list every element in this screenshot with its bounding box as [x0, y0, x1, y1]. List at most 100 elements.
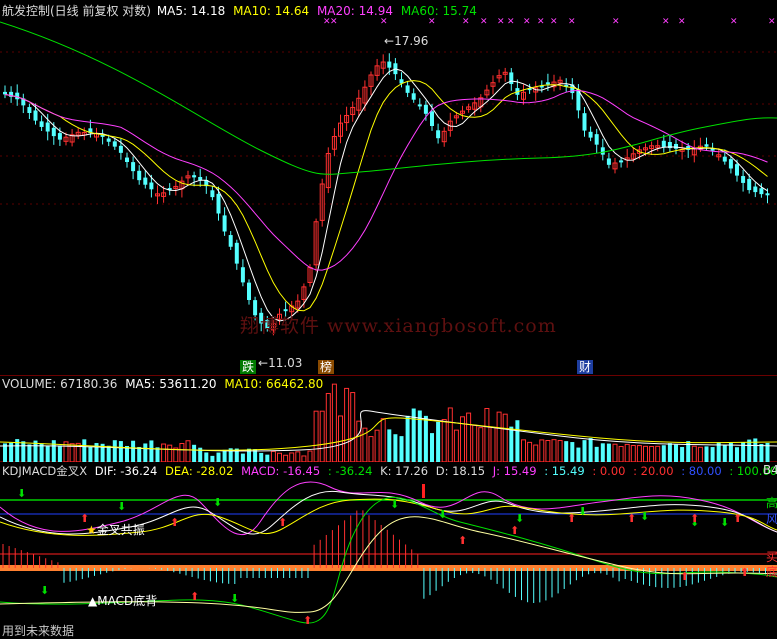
signal-cross-icon: ✕ — [662, 17, 670, 27]
volume-bar — [545, 439, 551, 462]
volume-bar — [576, 447, 581, 462]
volume-bar — [222, 449, 227, 462]
stock-title: 航发控制(日线 前复权 对数) — [2, 4, 151, 18]
volume-bar — [149, 440, 154, 462]
candle-body — [106, 138, 111, 142]
down-arrow-icon: ⬇ — [17, 487, 26, 500]
volume-bar — [374, 429, 380, 462]
volume-bar — [588, 438, 593, 462]
volume-ma5-value: MA5: 53611.20 — [125, 377, 217, 391]
indicator-value-4: : 20.00 — [633, 464, 674, 478]
volume-bar — [441, 419, 447, 462]
candle-body — [728, 159, 733, 169]
volume-bar — [624, 443, 630, 462]
volume-bar — [564, 441, 569, 462]
candle-body — [430, 111, 434, 126]
golden-cross-annotation: ★金叉共振 — [86, 523, 145, 537]
volume-bar — [551, 439, 557, 462]
down-arrow-icon: ⬇ — [578, 505, 587, 518]
volume-bar — [338, 415, 343, 462]
down-arrow-icon: ⬇ — [390, 498, 399, 511]
volume-bar — [521, 439, 526, 462]
candle-body — [661, 140, 666, 147]
candle-body — [210, 190, 215, 198]
up-arrow-icon: ⬆ — [303, 614, 312, 627]
volume-bar — [423, 415, 428, 462]
candle-body — [33, 110, 38, 121]
volume-bar — [240, 453, 245, 462]
volume-bar — [51, 440, 56, 462]
volume-bar — [667, 443, 672, 462]
volume-bar — [630, 444, 636, 462]
volume-bar — [216, 452, 221, 462]
volume-bar — [88, 446, 93, 462]
candle-body — [747, 178, 752, 191]
volume-bar — [466, 412, 472, 462]
volume-bar — [502, 413, 508, 462]
volume-bar — [704, 446, 709, 462]
up-arrow-icon: ⬆ — [170, 516, 179, 529]
volume-bar — [380, 418, 386, 462]
volume-bar — [697, 446, 703, 462]
event-marker-fall[interactable]: 跌 — [240, 360, 257, 374]
candle-body — [216, 193, 221, 214]
dea-value: DEA: -28.02 — [165, 464, 234, 478]
macd-value: MACD: -16.45 — [241, 464, 321, 478]
up-arrow-icon: ⬆ — [278, 516, 287, 529]
volume-bar — [643, 445, 648, 462]
low-price-label: ←11.03 — [258, 356, 303, 370]
volume-bar — [307, 450, 313, 462]
candle-body — [405, 85, 410, 93]
ma60-value: MA60: 15.74 — [400, 4, 477, 18]
candle-body — [131, 162, 136, 172]
event-marker-list[interactable]: 榜 — [318, 360, 335, 374]
future-data-note[interactable]: 用到未来数据 — [2, 622, 74, 639]
volume-bar — [691, 445, 697, 462]
candle-body — [411, 93, 416, 100]
volume-bar — [399, 436, 404, 462]
indicator-chart[interactable]: ⬇⬇ ⬇ ⬇⬇ ⬇⬇ ⬇ ⬇ ⬇⬇⬇⬆ ⬆ ⬆⬆⬆⬆ ⬆ ⬆ ⬆⬆⬆⬆ ⬆ — [0, 462, 777, 639]
volume-bar — [527, 441, 533, 462]
signal-cross-icon: ✕ — [497, 17, 505, 27]
volume-bar — [82, 439, 87, 462]
indicator-value-1: : -36.24 — [327, 464, 373, 478]
volume-value: VOLUME: 67180.36 — [2, 377, 118, 391]
candle-body — [3, 91, 7, 95]
level-label-high: 高 — [766, 496, 777, 510]
volume-bar — [411, 408, 416, 462]
volume-bar — [295, 451, 301, 462]
candle-body — [27, 107, 32, 113]
volume-bar — [106, 445, 111, 462]
volume-bar — [356, 420, 362, 462]
down-arrow-icon: ⬇ — [720, 516, 729, 529]
volume-bar — [204, 452, 209, 462]
candle-body — [45, 122, 50, 132]
volume-bar — [582, 440, 587, 462]
volume-bar — [393, 434, 398, 462]
indicator-value-5: : 80.00 — [681, 464, 722, 478]
up-arrow-icon: ⬆ — [458, 534, 467, 547]
volume-bar — [655, 445, 661, 462]
up-arrow-icon: ⬆ — [627, 512, 636, 525]
volume-bar — [728, 442, 733, 462]
signal-bar — [422, 484, 425, 498]
candle-body — [704, 144, 709, 147]
volume-bar — [722, 444, 727, 462]
candle-body — [436, 130, 441, 139]
candle-body — [112, 141, 117, 147]
candle-body — [149, 182, 154, 190]
volume-bar — [259, 452, 264, 462]
down-arrow-icon: ⬇ — [40, 584, 49, 597]
macd-divergence-annotation: ▲MACD底背 — [88, 594, 158, 608]
candle-body — [606, 158, 611, 165]
candle-body — [387, 61, 392, 68]
candle-body — [753, 186, 758, 193]
candle-body — [741, 176, 746, 183]
candle-body — [39, 121, 44, 127]
candle-body — [588, 131, 593, 138]
candle-body — [228, 235, 233, 247]
volume-bar — [618, 446, 624, 462]
candle-body — [137, 170, 142, 181]
volume-bar — [674, 444, 678, 462]
event-marker-finance[interactable]: 财 — [577, 360, 594, 374]
